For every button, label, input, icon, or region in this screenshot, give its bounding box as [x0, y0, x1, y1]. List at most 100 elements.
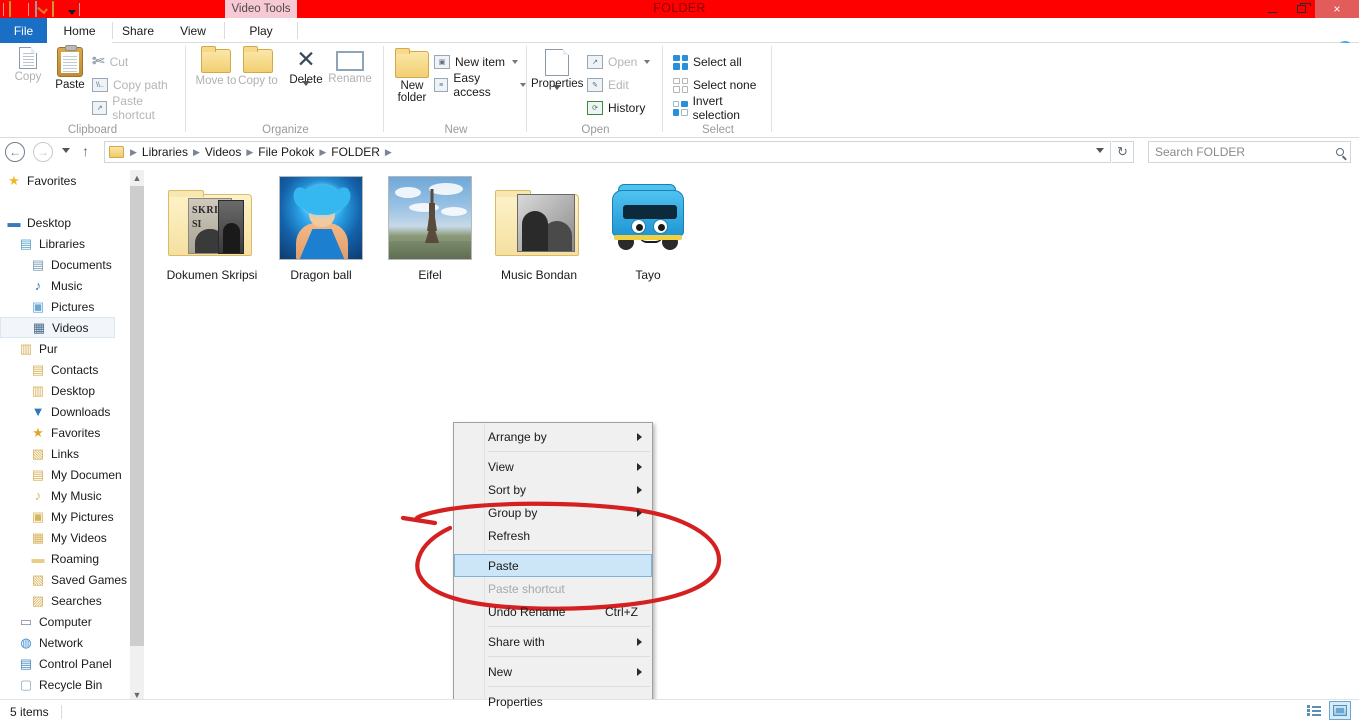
select-none-button[interactable]: Select none: [673, 75, 756, 95]
forward-button[interactable]: →: [33, 142, 53, 162]
list-item[interactable]: SKRIPSI SI Dokumen Skripsi: [152, 172, 272, 282]
sidebar-item-my-music[interactable]: ♪ My Music: [0, 485, 130, 506]
sidebar-item-links[interactable]: ▧ Links: [0, 443, 130, 464]
sidebar-item-my-pictures[interactable]: ▣ My Pictures: [0, 506, 130, 527]
breadcrumb-item-videos[interactable]: Videos: [202, 145, 244, 159]
easy-access-button[interactable]: ≡ Easy access: [434, 71, 526, 99]
sidebar-item-music[interactable]: ♪ Music: [0, 275, 130, 296]
sidebar-item-recycle-bin[interactable]: ▢ Recycle Bin: [0, 674, 130, 695]
sidebar-item-my-videos[interactable]: ▦ My Videos: [0, 527, 130, 548]
navigation-scrollbar[interactable]: ▲ ▼: [130, 170, 144, 703]
menu-item-new[interactable]: New: [454, 660, 652, 683]
list-item[interactable]: Music Bondan: [479, 172, 599, 282]
sidebar-item-saved-games[interactable]: ▧ Saved Games: [0, 569, 130, 590]
navigation-pane[interactable]: ★ Favorites ▬ Desktop ▤ Libraries ▤ Documents ♪ M…: [0, 170, 130, 703]
large-icons-view-button[interactable]: [1329, 701, 1351, 720]
history-button[interactable]: ⟳ History: [587, 98, 645, 118]
menu-item-paste[interactable]: Paste: [454, 554, 652, 577]
sidebar-item-label: Libraries: [39, 236, 86, 251]
control-panel-icon: ▤: [19, 655, 33, 671]
breadcrumb[interactable]: ▶ Libraries ▶ Videos ▶ File Pokok ▶ FOLD…: [104, 141, 1111, 163]
scroll-up-arrow[interactable]: ▲: [130, 170, 144, 186]
chevron-right-icon: [637, 462, 642, 471]
recent-locations-caret[interactable]: [62, 148, 70, 153]
sidebar-item-desktop[interactable]: ▬ Desktop: [0, 212, 130, 233]
history-icon: ⟳: [587, 101, 603, 115]
breadcrumb-item-file-pokok[interactable]: File Pokok: [255, 145, 317, 159]
file-list-view[interactable]: SKRIPSI SI Dokumen Skripsi Dragon ball E…: [144, 166, 1359, 698]
sidebar-item-label: My Videos: [51, 530, 107, 545]
view-mode-buttons[interactable]: [1303, 701, 1351, 720]
sidebar-item-pictures[interactable]: ▣ Pictures: [0, 296, 130, 317]
sidebar-item-libraries[interactable]: ▤ Libraries: [0, 233, 130, 254]
tab-home[interactable]: Home: [47, 18, 112, 43]
sidebar-item-favorites[interactable]: ★ Favorites: [0, 422, 130, 443]
refresh-button[interactable]: ↻: [1112, 141, 1134, 163]
back-button[interactable]: ←: [5, 142, 25, 162]
menu-item-undo-rename[interactable]: Undo Rename Ctrl+Z: [454, 600, 652, 623]
breadcrumb-item-folder[interactable]: FOLDER: [328, 145, 383, 159]
sidebar-item-documents[interactable]: ▤ Documents: [0, 254, 130, 275]
sidebar-item-videos[interactable]: ▦ Videos: [0, 317, 115, 338]
search-input[interactable]: Search FOLDER: [1148, 141, 1351, 163]
tab-play[interactable]: Play: [225, 18, 297, 43]
copy-to-button[interactable]: Copy to: [232, 46, 284, 87]
chevron-right-icon: [637, 637, 642, 646]
divider: [526, 46, 527, 132]
open-button[interactable]: ↗ Open: [587, 52, 651, 72]
paste-button[interactable]: Paste: [44, 45, 96, 91]
sidebar-item-computer[interactable]: ▭ Computer: [0, 611, 130, 632]
scrollbar-thumb[interactable]: [130, 186, 144, 646]
cut-button[interactable]: ✄ Cut: [92, 52, 128, 72]
context-menu[interactable]: Arrange by View Sort by Group by Refresh…: [453, 422, 653, 716]
sidebar-item-searches[interactable]: ▨ Searches: [0, 590, 130, 611]
sidebar-item-label: Pur: [39, 341, 58, 356]
sidebar-item-desktop[interactable]: ▥ Desktop: [0, 380, 130, 401]
menu-item-group-by[interactable]: Group by: [454, 501, 652, 524]
maximize-button[interactable]: [1287, 0, 1315, 18]
menu-item-view[interactable]: View: [454, 455, 652, 478]
sidebar-item-pur[interactable]: ▥ Pur: [0, 338, 130, 359]
menu-item-arrange-by[interactable]: Arrange by: [454, 425, 652, 448]
minimize-button[interactable]: [1259, 0, 1287, 18]
tab-share[interactable]: Share: [112, 18, 164, 43]
sidebar-item-favorites[interactable]: ★ Favorites: [0, 170, 130, 191]
select-all-button[interactable]: Select all: [673, 52, 742, 72]
sidebar-item-roaming[interactable]: ▬ Roaming: [0, 548, 130, 569]
rename-button[interactable]: Rename: [324, 47, 376, 85]
paste-shortcut-button[interactable]: ↗ Paste shortcut: [92, 94, 185, 122]
list-item[interactable]: Tayo: [588, 172, 708, 282]
my-videos-icon: ▦: [31, 529, 45, 545]
sidebar-item-contacts[interactable]: ▤ Contacts: [0, 359, 130, 380]
sidebar-item-label: My Music: [51, 488, 102, 503]
copy-path-button[interactable]: \\.. Copy path: [92, 75, 168, 95]
properties-button[interactable]: Properties: [531, 47, 583, 102]
sidebar-item-control-panel[interactable]: ▤ Control Panel: [0, 653, 130, 674]
music-note-icon: ♪: [34, 277, 42, 293]
close-button[interactable]: ×: [1315, 0, 1359, 18]
address-dropdown-caret[interactable]: [1096, 148, 1104, 153]
tab-file[interactable]: File: [0, 18, 47, 43]
list-item[interactable]: Dragon ball: [261, 172, 381, 282]
invert-selection-button[interactable]: Invert selection: [673, 94, 771, 122]
details-view-button[interactable]: [1303, 701, 1325, 720]
sidebar-item-my-documen[interactable]: ▤ My Documen: [0, 464, 130, 485]
file-name: Dragon ball: [290, 268, 352, 282]
up-button[interactable]: ↑: [82, 143, 89, 159]
menu-item-refresh[interactable]: Refresh: [454, 524, 652, 547]
new-item-button[interactable]: ▣ New item: [434, 52, 519, 72]
sidebar-item-network[interactable]: ◍ Network: [0, 632, 130, 653]
ribbon-group-new: New folder ▣ New item ≡ Easy access New: [386, 43, 526, 138]
tab-view[interactable]: View: [164, 18, 222, 43]
list-item[interactable]: Eifel: [370, 172, 490, 282]
menu-item-sort-by[interactable]: Sort by: [454, 478, 652, 501]
new-folder-button[interactable]: New folder: [386, 47, 438, 104]
menu-item-properties[interactable]: Properties: [454, 690, 652, 713]
sidebar-item-downloads[interactable]: ▼ Downloads: [0, 401, 130, 422]
file-name: Music Bondan: [500, 268, 578, 282]
window-controls: ×: [1259, 0, 1359, 18]
edit-button[interactable]: ✎ Edit: [587, 75, 629, 95]
menu-item-share-with[interactable]: Share with: [454, 630, 652, 653]
breadcrumb-item-libraries[interactable]: Libraries: [139, 145, 191, 159]
video-icon: ▦: [32, 319, 46, 335]
